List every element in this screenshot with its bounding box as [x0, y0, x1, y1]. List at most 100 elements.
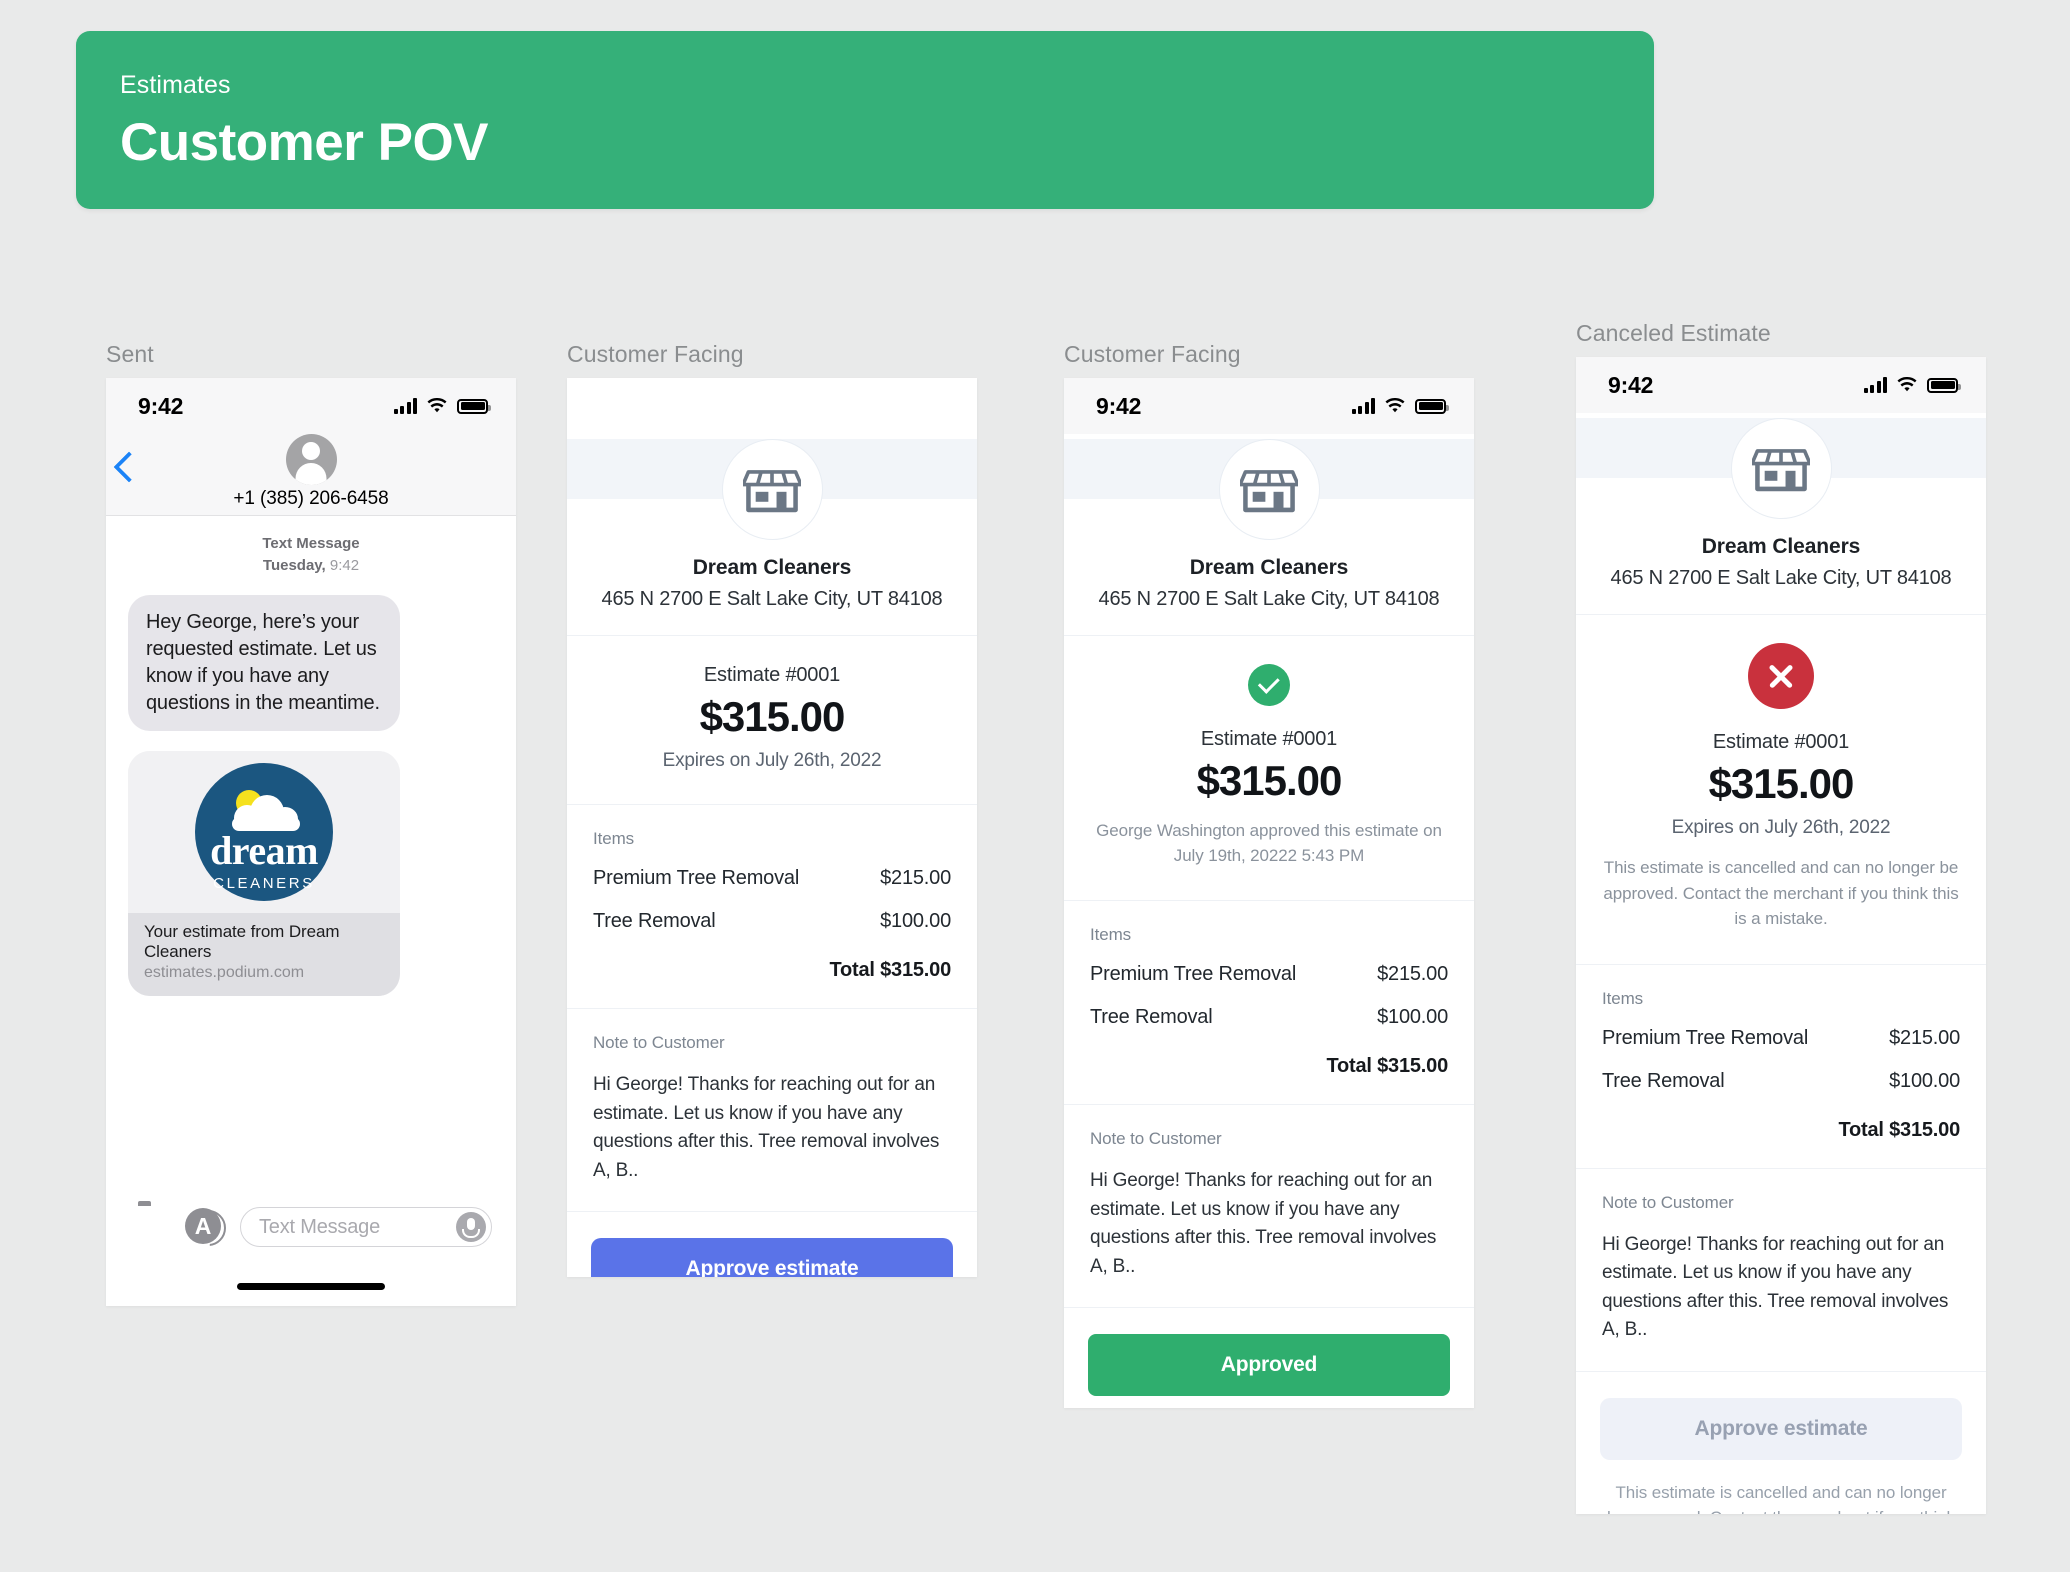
estimate-number: Estimate #0001: [1200, 728, 1338, 750]
battery-full-icon: [1927, 377, 1961, 393]
app-store-icon[interactable]: A: [185, 1206, 223, 1244]
note-label: Note to Customer: [593, 1033, 725, 1052]
items-section: Items Premium Tree Removal $215.00 Tree …: [1576, 964, 1986, 1169]
item-name: Tree Removal: [593, 910, 716, 932]
check-circle-icon: [1248, 664, 1290, 706]
cta-section: Approve estimate This estimate is cancel…: [1576, 1371, 1986, 1515]
page-title: Customer POV: [120, 113, 489, 172]
column-label-customer-facing: Customer Facing: [567, 341, 744, 367]
logo-wordmark: dream: [210, 827, 318, 873]
link-preview-card[interactable]: dream CLEANERS Your estimate from Dream …: [128, 750, 400, 996]
note-label: Note to Customer: [1090, 1129, 1222, 1149]
status-bar: 9:42: [106, 378, 516, 434]
contact-header[interactable]: +1 (385) 206-6458: [128, 434, 494, 510]
cellular-signal-icon: [393, 398, 417, 414]
estimate-number: Estimate #0001: [1712, 731, 1850, 753]
cellular-signal-icon: [1351, 398, 1375, 414]
items-total: Total $315.00: [829, 959, 951, 981]
merchant-name: Dream Cleaners: [692, 556, 852, 579]
item-name: Premium Tree Removal: [593, 867, 800, 889]
item-price: $215.00: [880, 867, 951, 889]
message-bubble-wrap: Hey George, here’s your requested estima…: [122, 594, 494, 731]
note-text: Hi George! Thanks for reaching out for a…: [593, 1074, 940, 1181]
column-label-approved: Customer Facing: [1064, 341, 1241, 367]
items-total: Total $315.00: [1326, 1055, 1448, 1078]
estimate-summary: Estimate #0001 $315.00 Expires on July 2…: [1576, 615, 1986, 965]
item-price: $100.00: [1377, 1006, 1448, 1029]
approve-estimate-button[interactable]: Approve estimate: [591, 1238, 953, 1277]
table-row: Tree Removal $100.00: [1090, 1006, 1448, 1029]
merchant-address: 465 N 2700 E Salt Lake City, UT 84108: [601, 588, 943, 610]
column-approved: Customer Facing 9:42 Dream Cleaners 465 …: [1064, 341, 1474, 1408]
column-canceled: Canceled Estimate 9:42 Dream Cleaners 46…: [1576, 320, 1986, 1514]
status-bar-time: 9:42: [138, 392, 184, 419]
note-section: Note to Customer Hi George! Thanks for r…: [1064, 1105, 1474, 1309]
table-row: Tree Removal $100.00: [593, 910, 951, 933]
phone-messages: 9:42 +1 (385) 206-6458 Text Message Tues…: [106, 378, 516, 1306]
item-name: Premium Tree Removal: [1602, 1026, 1809, 1049]
storefront-glyph: [743, 469, 801, 512]
cta-section: Approved This estimate is an approximati…: [1064, 1308, 1474, 1408]
storefront-icon: [1730, 418, 1832, 519]
storefront-glyph: [1752, 448, 1810, 491]
link-preview-image: dream CLEANERS: [128, 750, 400, 913]
items-label: Items: [1090, 925, 1132, 945]
message-stamp-day: Tuesday,: [262, 556, 326, 574]
message-timestamp: Text Message Tuesday, 9:42: [128, 533, 494, 577]
contact-avatar-icon: [285, 434, 337, 485]
item-name: Premium Tree Removal: [1090, 963, 1297, 986]
message-input-placeholder: Text Message: [259, 1215, 380, 1238]
x-circle-icon: [1748, 643, 1814, 709]
item-price: $215.00: [1377, 963, 1448, 986]
column-label-sent: Sent: [106, 341, 154, 367]
note-section: Note to Customer Hi George! Thanks for r…: [1576, 1168, 1986, 1372]
items-section: Items Premium Tree Removal $215.00 Tree …: [1064, 901, 1474, 1106]
status-bar: 9:42: [1576, 357, 1986, 413]
camera-icon[interactable]: [130, 1206, 168, 1244]
column-customer-facing: Customer Facing Dream Cleaners 465 N 270…: [567, 341, 977, 1277]
items-label: Items: [593, 829, 635, 848]
note-text: Hi George! Thanks for reaching out for a…: [1602, 1233, 1949, 1341]
item-name: Tree Removal: [1090, 1006, 1213, 1029]
table-row: Tree Removal $100.00: [1602, 1070, 1960, 1093]
column-label-canceled: Canceled Estimate: [1576, 320, 1771, 346]
storefront-icon: [721, 439, 823, 540]
status-bar-icons: [1351, 398, 1449, 414]
status-bar-time: 9:42: [1096, 392, 1142, 419]
messages-thread: Text Message Tuesday, 9:42 Hey George, h…: [106, 516, 516, 996]
estimate-summary: Estimate #0001 $315.00 Expires on July 2…: [567, 636, 977, 805]
merchant-name: Dream Cleaners: [1189, 556, 1349, 579]
microphone-icon[interactable]: [456, 1212, 486, 1242]
table-row: Premium Tree Removal $215.00: [1602, 1027, 1960, 1050]
home-indicator: [237, 1283, 385, 1290]
page-banner: Estimates Customer POV: [76, 31, 1654, 209]
estimate-expiry: Expires on July 26th, 2022: [1671, 817, 1891, 838]
search-input[interactable]: Text Message: [240, 1207, 492, 1247]
status-bar: 9:42: [1064, 378, 1474, 434]
message-stamp-time: 9:42: [329, 556, 360, 574]
phone-estimate-canceled: 9:42 Dream Cleaners 465 N 2700 E Salt La…: [1576, 357, 1986, 1514]
battery-full-icon: [457, 398, 491, 414]
approve-estimate-button[interactable]: Approve estimate: [1600, 1397, 1962, 1460]
approval-timestamp: George Washington approved this estimate…: [1096, 821, 1442, 865]
approved-status-button[interactable]: Approved: [1088, 1334, 1450, 1397]
dream-cleaners-logo-icon: dream CLEANERS: [195, 762, 333, 901]
wifi-icon: [1897, 377, 1917, 392]
wifi-icon: [1385, 398, 1405, 413]
items-total: Total $315.00: [1838, 1118, 1960, 1141]
column-sent: Sent 9:42 +1 (385) 206-6458 Text Message…: [106, 341, 516, 1306]
item-price: $100.00: [1889, 1069, 1960, 1092]
table-row: Premium Tree Removal $215.00: [1090, 963, 1448, 986]
cellular-signal-icon: [1863, 377, 1887, 393]
estimate-disclaimer: This estimate is cancelled and can no lo…: [1607, 1482, 1955, 1515]
estimate-amount: $315.00: [1708, 760, 1855, 807]
note-section: Note to Customer Hi George! Thanks for r…: [567, 1009, 977, 1212]
storefront-icon: [1218, 439, 1320, 540]
storefront-glyph: [1240, 469, 1298, 512]
merchant-address: 465 N 2700 E Salt Lake City, UT 84108: [1098, 588, 1440, 610]
estimate-amount: $315.00: [699, 693, 846, 740]
phone-estimate-approved: 9:42 Dream Cleaners 465 N 2700 E Salt La…: [1064, 378, 1474, 1408]
status-bar-time: 9:42: [1608, 371, 1654, 398]
item-name: Tree Removal: [1602, 1069, 1725, 1092]
merchant-header: Dream Cleaners 465 N 2700 E Salt Lake Ci…: [1064, 439, 1474, 636]
